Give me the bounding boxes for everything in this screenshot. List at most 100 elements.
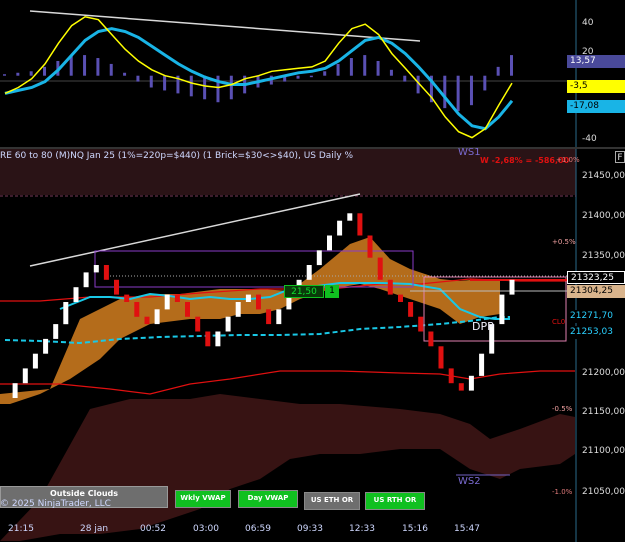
- us-eth-or-label: US ETH OR: [310, 496, 354, 504]
- price-panel: [0, 149, 577, 542]
- up-brick: [164, 294, 170, 310]
- day-vwap-button[interactable]: Day VWAP: [238, 490, 298, 508]
- up-brick: [235, 302, 241, 317]
- down-brick: [428, 331, 434, 347]
- histogram-bar: [136, 75, 140, 82]
- up-brick: [63, 302, 69, 325]
- histogram-bar: [456, 75, 460, 112]
- down-brick: [114, 279, 119, 295]
- up-brick: [154, 309, 160, 325]
- osc-tick-label: -40: [582, 134, 597, 144]
- us-eth-or-button[interactable]: US ETH OR: [304, 492, 360, 510]
- osc-fast-value-marker: -3,5: [567, 80, 625, 93]
- up-brick: [347, 213, 353, 221]
- time-tick-label: 00:52: [140, 524, 166, 534]
- histogram-bar: [376, 60, 380, 76]
- time-tick-label: 28 jan: [80, 524, 109, 534]
- down-brick: [418, 316, 424, 332]
- histogram-bar: [389, 69, 393, 76]
- histogram-bar: [469, 75, 473, 106]
- up-brick: [215, 331, 221, 347]
- up-brick: [468, 375, 474, 391]
- up-brick: [83, 272, 89, 288]
- histogram-bar: [336, 63, 340, 76]
- histogram-bar: [123, 72, 127, 76]
- down-brick: [103, 265, 109, 280]
- time-tick-label: 15:47: [454, 524, 480, 534]
- day-vwap-label: Day VWAP: [247, 494, 289, 502]
- down-brick: [174, 294, 180, 302]
- close-price-marker: 21304,25: [567, 285, 625, 298]
- down-brick: [367, 235, 373, 258]
- cl-label: CL0: [552, 318, 566, 326]
- down-brick: [448, 368, 454, 384]
- up-brick: [32, 353, 38, 369]
- us-rth-or-button[interactable]: US RTH OR: [365, 492, 425, 510]
- down-brick: [185, 302, 190, 317]
- histogram-bar: [109, 63, 113, 76]
- down-brick: [195, 316, 201, 332]
- price-tick-label: 21400,00: [582, 211, 625, 221]
- time-tick-label: 21:15: [8, 524, 34, 534]
- range-count: 1: [329, 286, 335, 296]
- minus-half-pct-label: -0.5%: [552, 405, 573, 413]
- up-brick: [73, 287, 79, 302]
- range-count-box: 1: [325, 285, 339, 298]
- histogram-bar: [363, 55, 367, 76]
- up-brick: [53, 324, 59, 339]
- up-brick: [276, 309, 282, 325]
- histogram-bar: [510, 55, 513, 76]
- price-tick-label: 21050,00: [582, 487, 625, 497]
- down-brick: [377, 257, 383, 280]
- up-brick: [337, 220, 343, 236]
- price-tick-label: 21200,00: [582, 368, 625, 378]
- down-brick: [124, 294, 130, 302]
- histogram-bar: [83, 55, 87, 76]
- price-tick-label: 21450,00: [582, 171, 625, 181]
- instrument-title: RE 60 to 80 (M)NQ Jan 25 (1%=220p=$440) …: [0, 151, 354, 161]
- down-brick: [408, 302, 414, 317]
- down-brick: [357, 213, 363, 236]
- us-rth-or-label: US RTH OR: [373, 496, 417, 504]
- histogram-bar: [163, 75, 167, 91]
- time-tick-label: 03:00: [193, 524, 219, 534]
- histogram-bar: [296, 75, 300, 79]
- price-divergence-trendline: [29, 193, 361, 267]
- histogram-bar: [96, 58, 100, 76]
- dpp-label: DPP: [472, 320, 494, 333]
- down-brick: [438, 346, 444, 369]
- histogram-bar: [189, 75, 193, 97]
- histogram-bar: [43, 66, 47, 76]
- session-vwap-marker: 21253,03: [567, 326, 625, 339]
- ninjatrader-chart-window: 40 20 -20 -40 13,57 -3,5 -17,08 RE 60 to…: [0, 0, 625, 542]
- down-brick: [144, 316, 150, 325]
- osc-slow-value-marker: -17,08: [567, 100, 625, 113]
- time-tick-label: 12:33: [349, 524, 375, 534]
- price-tick-label: 21350,00: [582, 251, 625, 261]
- outside-clouds-label: Outside Clouds: [49, 489, 119, 498]
- ws2-label: WS2: [458, 476, 481, 487]
- up-brick: [12, 383, 18, 398]
- scale-button[interactable]: F: [615, 151, 625, 163]
- up-brick: [245, 294, 251, 302]
- red-band-lower: [0, 370, 575, 395]
- down-brick: [387, 279, 393, 295]
- histogram-bar: [443, 75, 447, 109]
- price-tick-label: 21100,00: [582, 446, 625, 456]
- histogram-bar: [323, 71, 327, 76]
- up-brick: [306, 265, 312, 280]
- histogram-bar: [229, 75, 233, 100]
- plus-half-pct-label: +0.5%: [552, 238, 576, 246]
- up-brick: [316, 250, 322, 266]
- osc-histogram-value-marker: 13,57: [567, 55, 625, 68]
- range-value: 21,50: [291, 287, 317, 297]
- ws1-label: WS1: [458, 147, 481, 158]
- dark-cloud: [0, 394, 575, 541]
- down-brick: [256, 294, 261, 310]
- scale-button-label: F: [617, 153, 623, 163]
- up-brick: [327, 235, 332, 251]
- histogram-bar: [403, 75, 407, 82]
- osc-tick-label: 40: [582, 18, 594, 28]
- wkly-vwap-button[interactable]: Wkly VWAP: [175, 490, 231, 508]
- up-brick: [43, 338, 49, 354]
